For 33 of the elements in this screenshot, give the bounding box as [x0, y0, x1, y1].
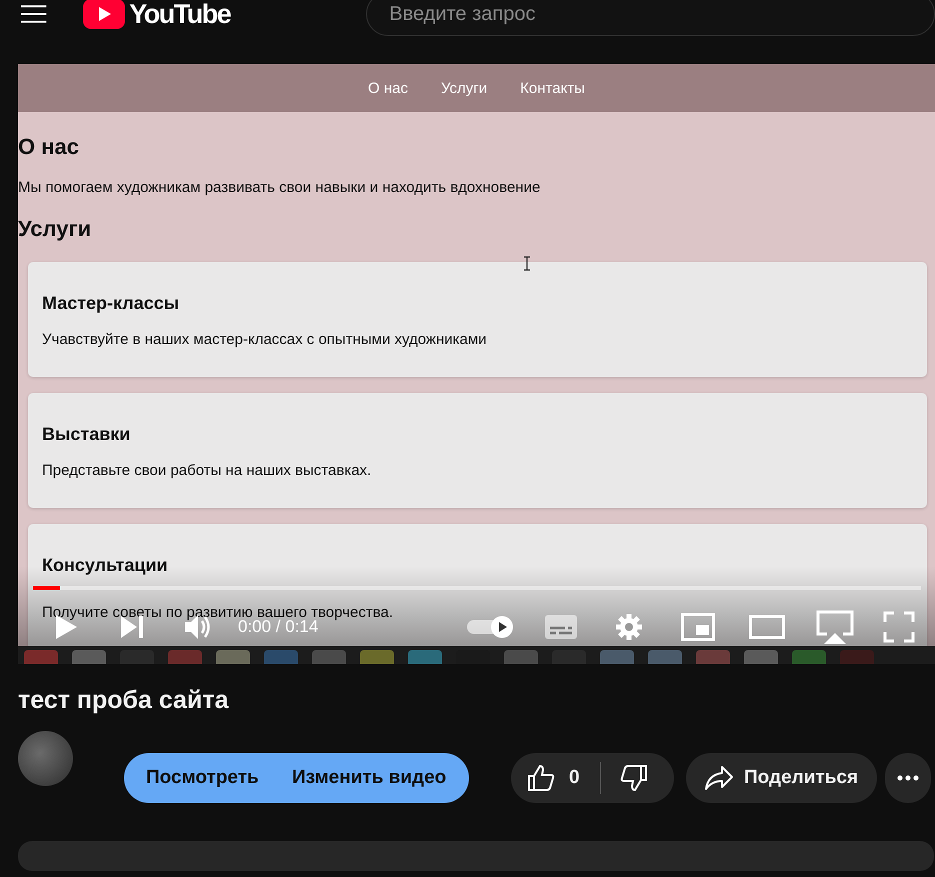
- share-arrow-icon: [704, 765, 734, 791]
- card-title: Консультации: [42, 555, 169, 576]
- like-count: 0: [569, 767, 580, 789]
- card-text: Учавствуйте в наших мастер-классах с опытными художниками: [42, 331, 488, 348]
- play-logo-icon: [83, 0, 126, 29]
- nav-link[interactable]: Услуги: [441, 80, 488, 96]
- search-field[interactable]: Введите запрос: [366, 0, 935, 36]
- about-heading: О нас: [18, 134, 80, 160]
- more-button[interactable]: [885, 753, 931, 803]
- watch-button[interactable]: Посмотреть: [146, 767, 270, 789]
- logo-text[interactable]: YouTube: [129, 0, 230, 30]
- edit-video-button[interactable]: Изменить видео: [292, 767, 446, 789]
- card-title: Выставки: [42, 424, 132, 445]
- services-heading: Услуги: [18, 216, 92, 242]
- menu-icon[interactable]: [20, 5, 48, 23]
- video-title: тест проба сайта: [18, 686, 230, 715]
- thumbs-up-icon[interactable]: [527, 764, 555, 792]
- about-text: Мы помогаем художникам развивать свои навыки и находить вдохновение: [18, 179, 542, 196]
- settings-icon[interactable]: [615, 613, 643, 641]
- card-text: Представьте свои работы на наших выставках.: [42, 462, 372, 479]
- theater-mode-icon[interactable]: [749, 615, 785, 639]
- nav-link[interactable]: Контакты: [520, 80, 585, 96]
- cast-screen-icon[interactable]: [815, 610, 855, 644]
- subtitles-icon[interactable]: [545, 615, 577, 639]
- autoplay-toggle[interactable]: [467, 616, 513, 638]
- nav-link[interactable]: О нас: [368, 80, 408, 96]
- more-dots-icon: [897, 775, 919, 781]
- card-title: Мастер-классы: [42, 293, 180, 314]
- share-button[interactable]: Поделиться: [686, 753, 877, 803]
- text-cursor-icon: [523, 256, 531, 271]
- fullscreen-icon[interactable]: [883, 611, 915, 643]
- miniplayer-icon[interactable]: [681, 613, 715, 641]
- thumbs-down-icon[interactable]: [620, 764, 648, 792]
